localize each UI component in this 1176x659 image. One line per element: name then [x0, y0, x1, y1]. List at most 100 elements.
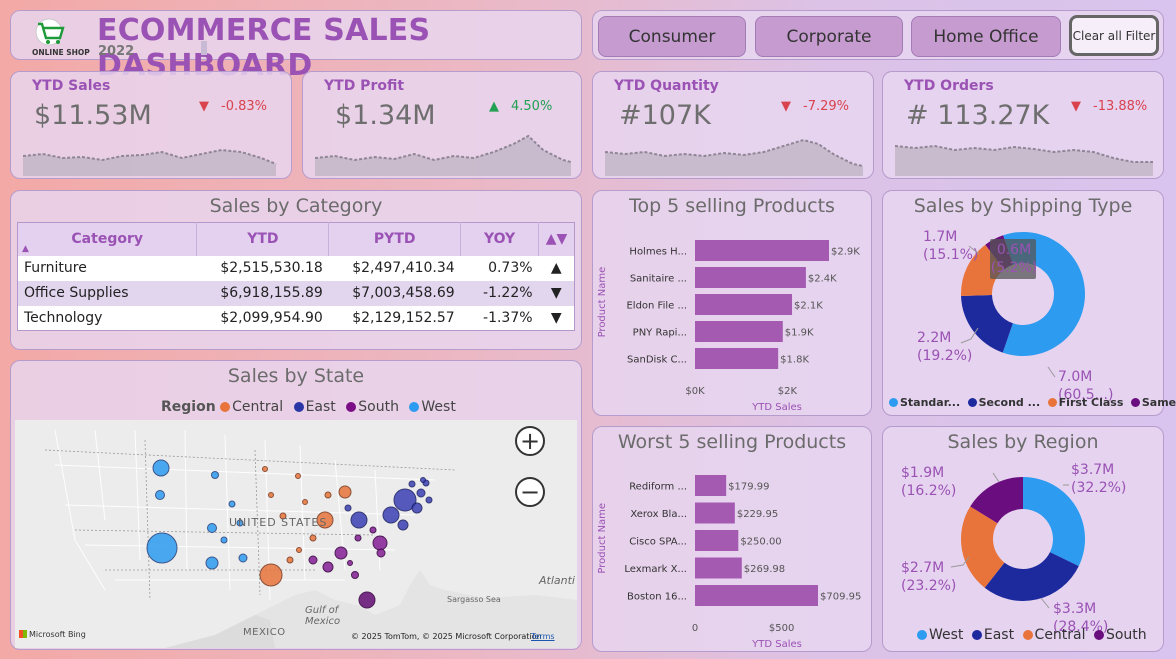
region-donut-chart[interactable]: $3.7M(32.2%)$3.3M(28.4%)$2.7M(23.2%)$1.9…	[883, 427, 1165, 653]
bar-category-label: Xerox Bla...	[630, 509, 687, 520]
kpi-value: $1.34M	[335, 100, 436, 131]
bar-category-label: Sanitaire ...	[630, 274, 687, 285]
cell-yoy: -1.22%	[460, 280, 539, 306]
bar-category-label: Boston 16...	[627, 592, 687, 603]
x-tick-label: $0K	[685, 386, 705, 397]
col-header-category[interactable]: Category ▲	[17, 222, 198, 256]
legend-item-standard[interactable]: Standar...	[889, 396, 960, 409]
cell-category: Office Supplies	[17, 280, 197, 306]
bing-attribution: Microsoft Bing	[19, 630, 86, 639]
legend-item-south[interactable]: South	[1093, 627, 1147, 643]
col-header-pytd[interactable]: PYTD	[328, 222, 462, 256]
legend-item-same-day[interactable]: Same Day	[1130, 396, 1176, 409]
map-label-gulf: Gulf of Mexico	[305, 605, 341, 627]
svg-text:(16.2%): (16.2%)	[901, 483, 956, 499]
map-legend: Region Central East South West	[161, 399, 462, 415]
kpi-delta-value: -0.83%	[221, 99, 267, 114]
bar-value-label: $1.8K	[780, 355, 809, 366]
cell-pytd: $2,129,152.57	[328, 305, 461, 331]
down-arrow-icon: ▼	[199, 99, 209, 114]
top5-bar-chart[interactable]: Product Name Holmes H... $2.9K Sanitaire ..…	[593, 191, 873, 417]
x-tick-label: 0	[692, 623, 698, 634]
kpi-ytd-profit: YTD Profit $1.34M ▲ 4.50%	[302, 71, 582, 179]
worst5-bar-chart[interactable]: Product Name Rediform ... $179.99 Xerox Bla…	[593, 427, 873, 653]
zoom-in-button[interactable]: +	[515, 426, 545, 456]
orders-sparkline	[895, 144, 1153, 176]
cell-pytd: $7,003,458.69	[328, 280, 461, 306]
cell-category: Furniture	[17, 255, 197, 281]
legend-item-second[interactable]: Second ...	[967, 396, 1040, 409]
map-terms-link[interactable]: Terms	[531, 632, 555, 641]
x-axis-label: YTD Sales	[751, 639, 802, 650]
worst5-products-card: Worst 5 selling Products Product Name Red…	[592, 426, 872, 652]
legend-item-central[interactable]: Central	[220, 399, 283, 415]
donut-data-label: $3.7M (32.2%)	[1063, 462, 1126, 496]
bar-category-label: Cisco SPA...	[629, 537, 687, 548]
x-tick-label: $2K	[778, 386, 798, 397]
shipping-legend: Standar... Second ... First Class Same D…	[889, 396, 1176, 409]
card-title: Sales by State	[227, 365, 365, 387]
bar-category-label: Holmes H...	[629, 247, 687, 258]
logo-text: ONLINE SHOP	[32, 48, 90, 57]
header-marker	[201, 41, 207, 55]
legend-item-first-class[interactable]: First Class	[1047, 396, 1123, 409]
x-axis-label: YTD Sales	[751, 402, 802, 413]
kpi-delta: ▼ -13.88%	[1071, 99, 1147, 114]
sort-asc-icon: ▲	[22, 243, 29, 254]
segment-home-office-button[interactable]: Home Office	[911, 16, 1061, 57]
svg-text:2.2M: 2.2M	[917, 330, 951, 346]
us-state-map[interactable]: UNITED STATES Gulf of Mexico MEXICO Atla…	[15, 420, 577, 648]
bar-category-label: Lexmark X...	[624, 564, 687, 575]
legend-title: Region	[161, 399, 216, 415]
map-label-sargasso: Sargasso Sea	[447, 595, 501, 604]
legend-item-east[interactable]: East	[971, 627, 1014, 643]
svg-text:$1.9M: $1.9M	[901, 465, 944, 481]
segment-consumer-button[interactable]: Consumer	[598, 16, 746, 57]
bar-category-label: Eldon File ...	[626, 301, 687, 312]
donut-data-label: 1.7M (15.1%)	[923, 229, 980, 263]
map-label-mexico: MEXICO	[243, 627, 286, 638]
bar-value-label: $1.9K	[785, 328, 814, 339]
kpi-ytd-orders: YTD Orders # 113.27K ▼ -13.88%	[882, 71, 1164, 179]
legend-item-west[interactable]: West	[917, 627, 963, 643]
cell-ytd: $2,099,954.90	[196, 305, 329, 331]
legend-item-south[interactable]: South	[346, 399, 399, 415]
map-copyright: © 2025 TomTom, © 2025 Microsoft Corporat…	[351, 632, 542, 641]
zoom-out-button[interactable]: −	[515, 477, 545, 507]
table-row[interactable]: Furniture $2,515,530.18 $2,497,410.34 0.…	[17, 255, 575, 281]
quantity-sparkline	[605, 138, 863, 176]
col-header-ytd[interactable]: YTD	[196, 222, 330, 256]
kpi-delta-value: -7.29%	[803, 99, 849, 114]
legend-item-west[interactable]: West	[409, 399, 456, 415]
table-row[interactable]: Technology $2,099,954.90 $2,129,152.57 -…	[17, 305, 575, 331]
svg-text:7.0M: 7.0M	[1058, 369, 1092, 385]
dashboard-year: 2022	[98, 44, 135, 59]
bar	[695, 240, 829, 261]
col-header-yoy[interactable]: YOY	[460, 222, 540, 256]
shipping-donut-chart[interactable]: 7.0M(60.5...)2.2M(19.2%)1.7M(15.1%) 0.6M(…	[883, 191, 1165, 417]
col-header-trend[interactable]: ▲▼	[538, 222, 575, 256]
legend-item-east[interactable]: East	[293, 399, 336, 415]
bar-value-label: $2.4K	[808, 274, 837, 285]
bar-value-label: $229.95	[737, 509, 778, 520]
bar-value-label: $2.1K	[794, 301, 823, 312]
bar-category-label: Rediform ...	[629, 482, 687, 493]
kpi-ytd-quantity: YTD Quantity #107K ▼ -7.29%	[592, 71, 874, 179]
segment-filter-bar: Consumer Corporate Home Office Clear all…	[592, 10, 1164, 60]
legend-item-central[interactable]: Central	[1022, 627, 1086, 643]
cell-yoy: -1.37%	[460, 305, 539, 331]
microsoft-logo-icon	[19, 630, 27, 638]
svg-text:0.6M: 0.6M	[997, 242, 1031, 258]
kpi-delta: ▲ 4.50%	[489, 99, 552, 114]
sales-by-region-card: Sales by Region $3.7M (32.2%) $3.3M (28.4%)…	[882, 426, 1164, 652]
segment-corporate-button[interactable]: Corporate	[755, 16, 903, 57]
bar	[695, 267, 806, 288]
table-row[interactable]: Office Supplies $6,918,155.89 $7,003,458…	[17, 280, 575, 306]
clear-all-filter-button[interactable]: Clear all Filter	[1069, 15, 1159, 56]
kpi-value: #107K	[619, 100, 711, 131]
dashboard-header: ONLINE SHOP ECOMMERCE SALES DASHBOARD 20…	[10, 10, 582, 83]
down-arrow-icon: ▼	[781, 99, 791, 114]
down-arrow-icon: ▼	[1071, 99, 1081, 114]
kpi-ytd-sales: YTD Sales $11.53M ▼ -0.83%	[10, 71, 292, 179]
bar	[695, 585, 818, 606]
